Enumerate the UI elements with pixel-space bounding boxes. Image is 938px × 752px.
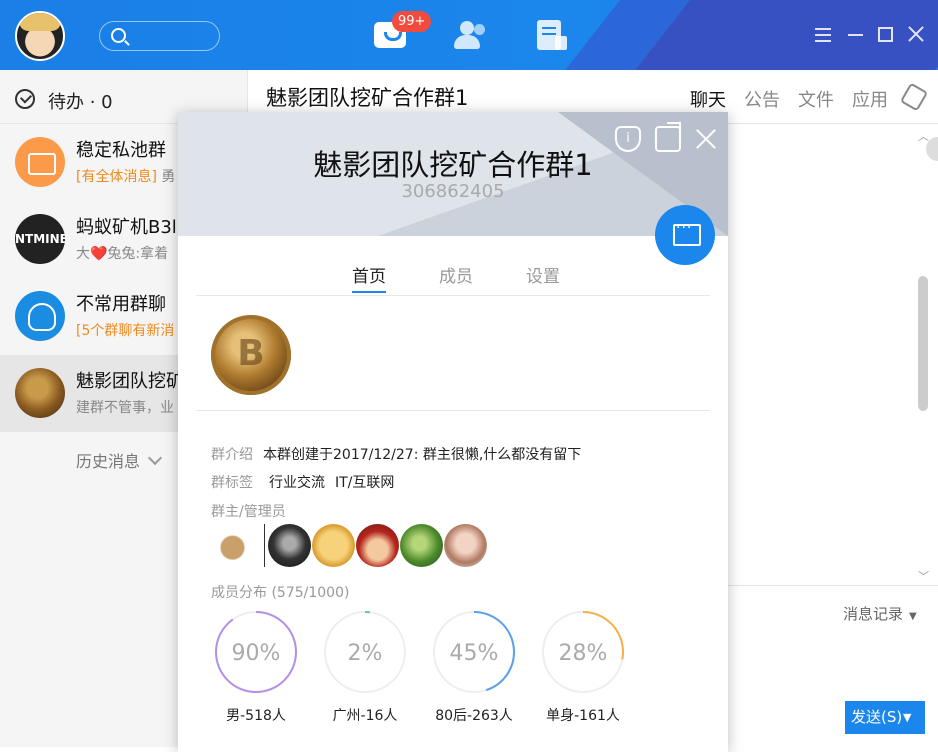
group-info-card: 魅影团队挖矿合作群1 306862405 i 首页 成员 设置 群介绍本群创建于…: [178, 112, 728, 752]
tab-chat[interactable]: 聊天: [690, 86, 726, 112]
close-icon[interactable]: [693, 126, 719, 152]
stat-caption: 80后-263人: [435, 708, 513, 724]
minimize-icon[interactable]: [848, 34, 863, 36]
stat-caption: 单身-161人: [546, 708, 620, 724]
tab-apps[interactable]: 应用: [852, 86, 888, 112]
stat-single: 28% 单身-161人: [540, 609, 626, 725]
share-icon[interactable]: [655, 122, 681, 152]
apps-icon[interactable]: [535, 18, 571, 52]
conversation-name: 不常用群聊: [76, 294, 166, 315]
conversation-preview: [5个群聊有新消: [76, 323, 175, 339]
stat-age: 45% 80后-263人: [431, 609, 517, 725]
conversation-name: 蚂蚁矿机B3l: [76, 217, 177, 238]
svg-text:2%: 2%: [348, 641, 383, 666]
message-record-button[interactable]: 消息记录 ▼: [843, 603, 917, 624]
group-tags: 群标签 行业交流 IT/互联网: [211, 475, 395, 491]
info-shield-icon[interactable]: i: [615, 126, 641, 152]
collapse-down-icon[interactable]: ﹀: [918, 568, 929, 584]
history-messages-toggle[interactable]: 历史消息: [76, 448, 163, 472]
close-icon[interactable]: [906, 24, 926, 44]
caret-down-icon: ▼: [909, 611, 917, 622]
chevron-down-icon: [147, 450, 163, 466]
admin-avatar[interactable]: [356, 524, 399, 567]
tab-settings[interactable]: 设置: [526, 262, 560, 287]
group-title: 魅影团队挖矿合作群1: [313, 148, 593, 182]
admin-avatar[interactable]: [312, 524, 355, 567]
group-id: 306862405: [401, 181, 505, 202]
antminer-avatar: NTMINE: [15, 214, 65, 264]
chat-tabs: 聊天 公告 文件 应用: [690, 86, 888, 112]
admin-avatar[interactable]: [444, 524, 487, 567]
briefcase-icon: [15, 137, 65, 187]
stat-ring: 2%: [324, 611, 406, 693]
group-icon: [15, 291, 65, 341]
scrollbar[interactable]: [918, 276, 928, 411]
search-icon: [111, 28, 126, 43]
send-button[interactable]: 发送(S) ▼: [845, 701, 925, 734]
svg-text:90%: 90%: [232, 641, 281, 666]
search-box[interactable]: [99, 21, 220, 51]
group-avatar: [211, 315, 291, 395]
conversation-preview: 建群不管事，业: [76, 400, 174, 416]
chat-title: 魅影团队挖矿合作群1: [266, 86, 469, 110]
side-panel-toggle[interactable]: [926, 137, 938, 161]
member-distribution-label: 成员分布 (575/1000): [211, 585, 350, 601]
coin-avatar: [15, 368, 65, 418]
card-tabs: 首页 成员 设置: [196, 236, 710, 296]
admin-avatar[interactable]: [400, 524, 443, 567]
tab-notice[interactable]: 公告: [744, 86, 780, 112]
group-intro: 群介绍 本群创建于2017/12/27: 群主很懒,什么都没有留下: [211, 447, 582, 463]
stat-ring: 28%: [542, 611, 624, 693]
todo-label: 待办 · 0: [48, 92, 113, 113]
stat-gender: 90% 男-518人: [213, 609, 299, 725]
tag: 行业交流: [269, 475, 325, 491]
tab-home[interactable]: 首页: [352, 262, 386, 293]
divider: [196, 410, 710, 411]
svg-text:28%: 28%: [559, 641, 608, 666]
top-bar: 99+: [0, 0, 938, 70]
stat-caption: 男-518人: [226, 708, 286, 724]
admin-avatar[interactable]: [268, 524, 311, 567]
stat-caption: 广州-16人: [332, 708, 398, 724]
user-avatar[interactable]: [15, 11, 65, 61]
conversation-preview: 大❤️兔兔:拿着: [76, 246, 169, 262]
stat-ring: 90%: [215, 611, 297, 693]
stat-city: 2% 广州-16人: [322, 609, 408, 725]
settings-hex-icon[interactable]: [899, 82, 929, 112]
svg-text:45%: 45%: [450, 641, 499, 666]
admin-avatar[interactable]: [211, 524, 254, 567]
stat-ring: 45%: [433, 611, 515, 693]
admins-label: 群主/管理员: [211, 504, 286, 520]
conversation-name: 稳定私池群: [76, 140, 166, 161]
tab-members[interactable]: 成员: [439, 262, 473, 287]
maximize-icon[interactable]: [878, 27, 893, 42]
card-header: 魅影团队挖矿合作群1 306862405 i: [178, 112, 728, 236]
tag: IT/互联网: [335, 475, 395, 491]
menu-icon[interactable]: [815, 28, 831, 42]
unread-badge: 99+: [392, 11, 432, 32]
contacts-icon[interactable]: [452, 18, 488, 52]
tab-files[interactable]: 文件: [798, 86, 834, 112]
check-circle-icon: [15, 89, 35, 109]
caret-down-icon[interactable]: ▼: [903, 701, 911, 734]
conversation-name: 魅影团队挖矿: [76, 371, 184, 392]
conversation-preview: [有全体消息] 勇: [76, 169, 176, 185]
